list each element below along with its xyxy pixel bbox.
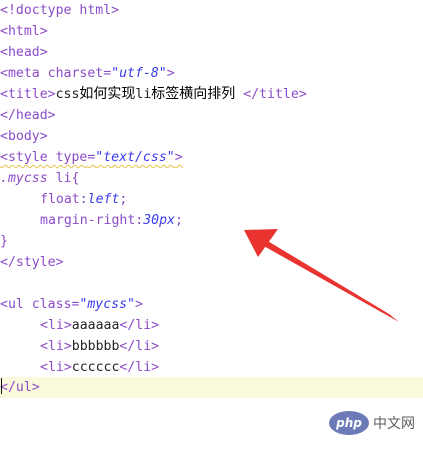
watermark-text: 中文网 — [373, 416, 415, 432]
arrow-head — [244, 229, 278, 257]
annotation-arrow-icon — [244, 229, 399, 322]
php-watermark: php 中文网 — [329, 409, 415, 437]
php-logo-icon: php — [329, 411, 369, 435]
arrow-shaft — [262, 240, 399, 322]
